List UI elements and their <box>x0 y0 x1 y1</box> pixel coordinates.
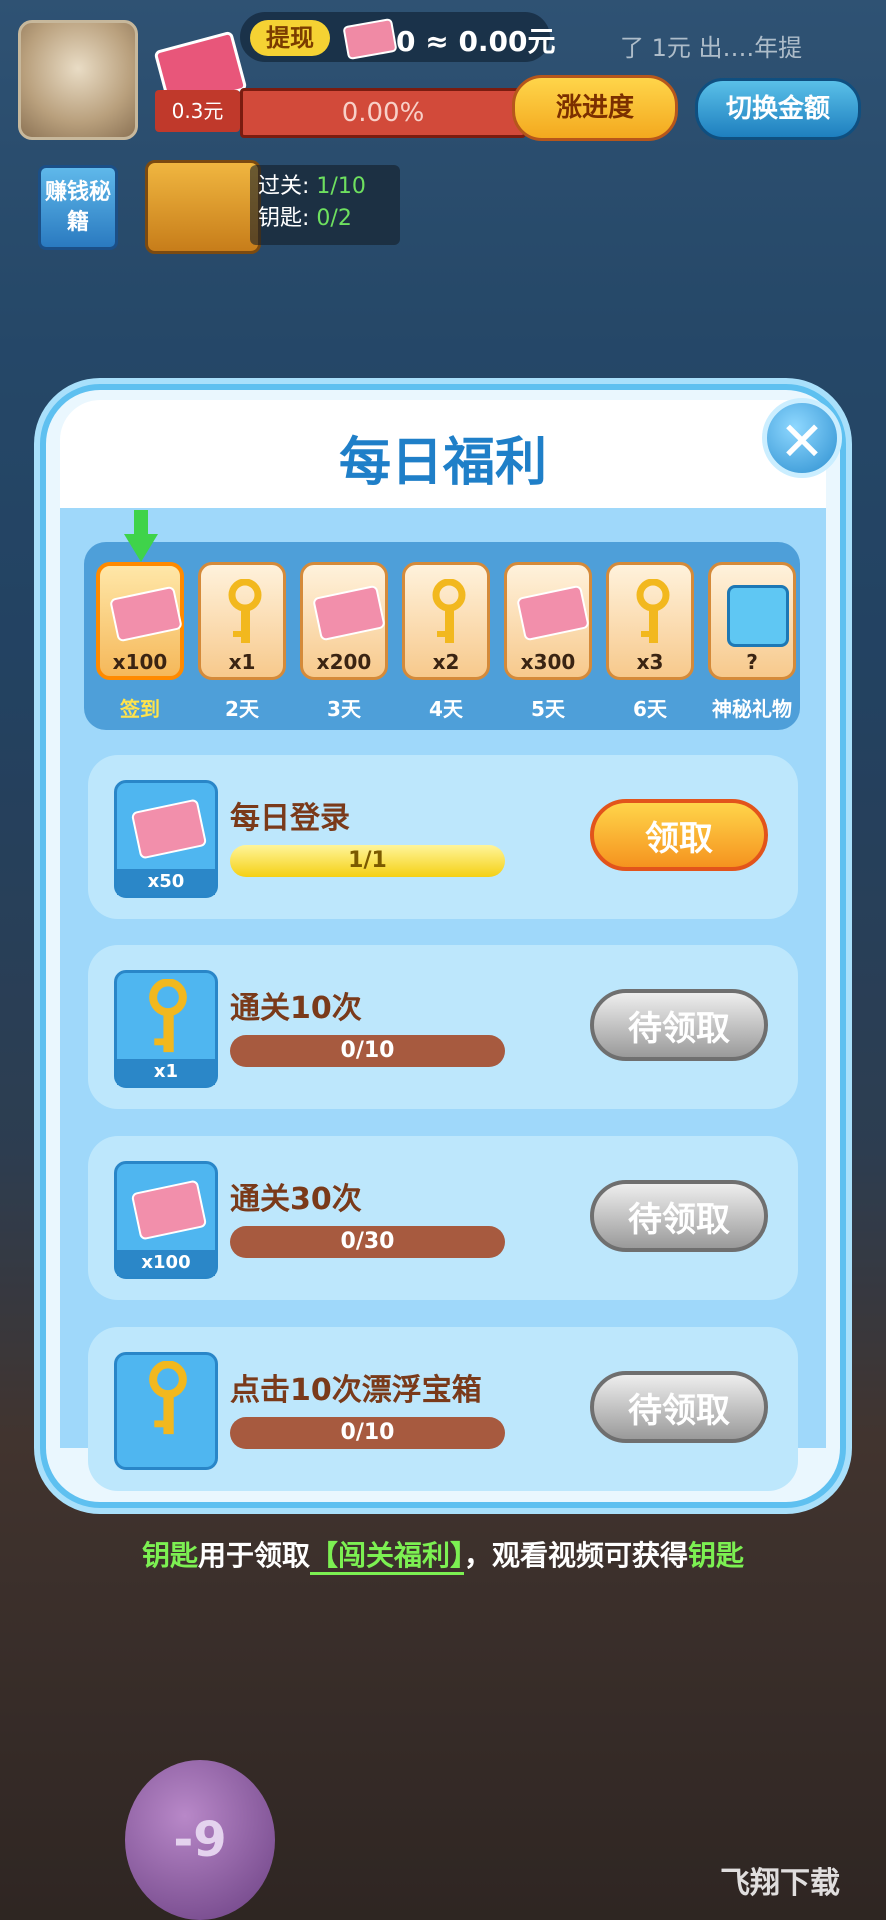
top-right-text: 了 1元 出….年提 <box>620 34 803 62</box>
balloon-icon[interactable]: -9 <box>125 1760 275 1920</box>
footer-key-word-2: 钥匙 <box>688 1539 745 1572</box>
key-icon <box>633 578 673 649</box>
key-icon <box>429 578 469 649</box>
treasure-chest-icon[interactable] <box>145 160 261 254</box>
down-arrow-icon <box>124 510 158 562</box>
footer-tip: 钥匙用于领取【闯关福利】，观看视频可获得钥匙 <box>0 1534 886 1575</box>
footer-text-1: 用于领取 <box>197 1539 310 1572</box>
task-title: 通关30次 <box>230 1182 362 1217</box>
day-label: 4天 <box>429 697 463 721</box>
day-quantity: x200 <box>316 650 372 674</box>
task-title: 通关10次 <box>230 991 362 1026</box>
level-value: 1/10 <box>316 174 366 199</box>
level-label: 过关: <box>258 174 317 199</box>
guide-book-button[interactable]: 赚钱秘籍 <box>38 165 118 250</box>
reward-quantity: x50 <box>117 869 215 895</box>
withdraw-progress-bar: 0.00% <box>240 88 526 138</box>
balance-text: 0 ≈ 0.00元 <box>396 25 556 58</box>
watermark-logo: 飞翔下载 <box>720 1866 840 1901</box>
pending-claim-button[interactable]: 待领取 <box>590 989 768 1061</box>
close-button[interactable]: ✕ <box>762 398 842 478</box>
cash-icon <box>109 585 183 643</box>
task-progress-bar: 0/10 <box>230 1417 505 1449</box>
cash-icon: x50 <box>114 780 218 898</box>
day-label: 2天 <box>225 697 259 721</box>
footer-key-word: 钥匙 <box>141 1539 198 1572</box>
cash-icon: x100 <box>114 1161 218 1279</box>
reward-quantity: x1 <box>117 1059 215 1085</box>
keys-label: 钥匙: <box>258 206 317 231</box>
modal-title: 每日福利 <box>338 433 547 493</box>
switch-amount-button[interactable]: 切换金额 <box>695 78 861 140</box>
day-label: 3天 <box>327 697 361 721</box>
level-bonus-link[interactable]: 【闯关福利】 <box>309 1539 464 1575</box>
gift-icon <box>727 585 789 647</box>
day-quantity: x3 <box>636 650 664 674</box>
boost-progress-button[interactable]: 涨进度 <box>512 75 678 141</box>
day-quantity: ? <box>746 650 758 674</box>
task-progress-bar: 0/10 <box>230 1035 505 1067</box>
day-label: 签到 <box>120 697 160 721</box>
withdraw-button[interactable]: 提现 <box>250 20 330 56</box>
day-quantity: x1 <box>228 650 256 674</box>
task-title: 点击10次漂浮宝箱 <box>230 1373 482 1408</box>
day-label: 5天 <box>531 697 565 721</box>
player-avatar[interactable] <box>18 20 138 140</box>
cash-icon <box>312 584 386 642</box>
key-icon <box>114 1352 218 1470</box>
cash-icon <box>516 584 590 642</box>
reward-quantity: x100 <box>117 1250 215 1276</box>
day-quantity: x300 <box>520 650 576 674</box>
task-progress-bar: 0/30 <box>230 1226 505 1258</box>
day-quantity: x2 <box>432 650 460 674</box>
footer-text-2: ，观看视频可获得 <box>464 1539 689 1572</box>
progress-target: 0.3元 <box>155 90 240 132</box>
task-title: 每日登录 <box>230 801 350 836</box>
key-icon <box>225 578 265 649</box>
day-label: 神秘礼物 <box>712 697 792 721</box>
pending-claim-button[interactable]: 待领取 <box>590 1371 768 1443</box>
chest-info: 过关: 1/10 钥匙: 0/2 <box>250 165 400 245</box>
claim-button[interactable]: 领取 <box>590 799 768 871</box>
pending-claim-button[interactable]: 待领取 <box>590 1180 768 1252</box>
day-quantity: x100 <box>112 650 168 674</box>
day-label: 6天 <box>633 697 667 721</box>
task-progress-bar: 1/1 <box>230 845 505 877</box>
keys-value: 0/2 <box>316 206 352 231</box>
key-icon: x1 <box>114 970 218 1088</box>
